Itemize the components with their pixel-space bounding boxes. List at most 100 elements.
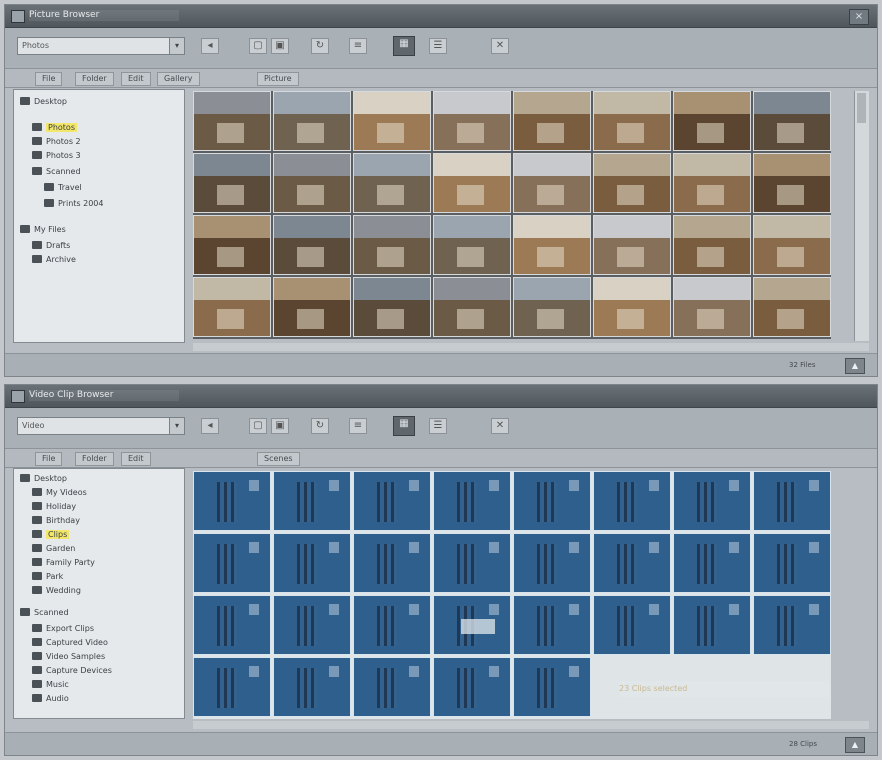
chevron-down-icon[interactable]: ▾ <box>169 38 184 54</box>
video-clip-thumbnail[interactable] <box>673 533 751 593</box>
photo-thumbnail[interactable] <box>433 215 511 275</box>
photo-thumbnail[interactable] <box>193 91 271 151</box>
view-details-icon[interactable]: ≡ <box>349 38 367 54</box>
photo-thumbnail[interactable] <box>753 91 831 151</box>
tab-picture[interactable]: Picture <box>257 72 299 86</box>
video-clip-thumbnail[interactable] <box>513 595 591 655</box>
status-button[interactable]: ▲ <box>845 358 865 374</box>
tree-item-captured-video[interactable]: Captured Video <box>32 637 108 649</box>
video-clip-thumbnail[interactable] <box>353 595 431 655</box>
photo-thumbnail[interactable] <box>513 91 591 151</box>
location-combo[interactable]: Photos ▾ <box>17 37 185 55</box>
tree-item-photos-3[interactable]: Photos 3 <box>32 150 81 162</box>
photo-thumbnail[interactable] <box>593 215 671 275</box>
view-list-icon[interactable]: ☰ <box>429 38 447 54</box>
status-button[interactable]: ▲ <box>845 737 865 753</box>
tree-item-prints[interactable]: Prints 2004 <box>44 198 103 210</box>
tab-edit[interactable]: Edit <box>121 72 151 86</box>
tree-item-travel[interactable]: Travel <box>44 182 82 194</box>
photo-thumbnail[interactable] <box>353 91 431 151</box>
photo-thumbnail[interactable] <box>193 277 271 337</box>
photo-thumbnail[interactable] <box>353 277 431 337</box>
view-details-icon[interactable]: ≡ <box>349 418 367 434</box>
photo-thumbnail[interactable] <box>353 153 431 213</box>
tree-item-my-files[interactable]: My Files <box>20 224 66 236</box>
rotate-icon[interactable]: ↻ <box>311 38 329 54</box>
photo-thumbnail[interactable] <box>673 153 751 213</box>
photo-thumbnail[interactable] <box>513 277 591 337</box>
photo-thumbnail[interactable] <box>673 91 751 151</box>
view-list-icon[interactable]: ☰ <box>429 418 447 434</box>
video-clip-thumbnail[interactable] <box>753 595 831 655</box>
video-clip-thumbnail[interactable] <box>593 533 671 593</box>
photo-thumbnail[interactable] <box>593 153 671 213</box>
tree-item-photos[interactable]: Photos <box>32 122 77 134</box>
photo-thumbnail[interactable] <box>513 215 591 275</box>
video-clip-thumbnail[interactable] <box>353 533 431 593</box>
vertical-scrollbar[interactable] <box>854 91 869 341</box>
tab-edit[interactable]: Edit <box>121 452 151 466</box>
photo-thumbnail[interactable] <box>513 153 591 213</box>
paste-icon[interactable]: ▣ <box>271 418 289 434</box>
delete-icon[interactable]: ✕ <box>491 418 509 434</box>
video-clip-thumbnail[interactable] <box>353 657 431 717</box>
photo-thumbnail[interactable] <box>193 153 271 213</box>
view-thumbnails-icon[interactable]: ▦ <box>393 36 415 56</box>
tree-item-drafts[interactable]: Drafts <box>32 240 70 252</box>
rotate-icon[interactable]: ↻ <box>311 418 329 434</box>
tab-scenes[interactable]: Scenes <box>257 452 300 466</box>
photo-thumbnail[interactable] <box>273 215 351 275</box>
tree-item-wedding[interactable]: Wedding <box>32 585 81 597</box>
video-clip-thumbnail[interactable] <box>433 595 511 655</box>
location-combo[interactable]: Video ▾ <box>17 417 185 435</box>
tab-file[interactable]: File <box>35 452 63 466</box>
tab-folder[interactable]: Folder <box>75 452 114 466</box>
video-clip-thumbnail[interactable] <box>273 533 351 593</box>
video-clip-thumbnail[interactable] <box>513 471 591 531</box>
tree-item-audio[interactable]: Audio <box>32 693 69 705</box>
photo-thumbnail[interactable] <box>433 153 511 213</box>
video-clip-thumbnail[interactable] <box>433 471 511 531</box>
video-clip-thumbnail[interactable] <box>753 533 831 593</box>
video-clip-thumbnail[interactable] <box>273 657 351 717</box>
chevron-down-icon[interactable]: ▾ <box>169 418 184 434</box>
tree-item-scanned[interactable]: Scanned <box>20 607 69 619</box>
title-bar[interactable]: Picture Browser × <box>5 5 877 28</box>
photo-thumbnail[interactable] <box>273 277 351 337</box>
video-clip-thumbnail[interactable] <box>193 595 271 655</box>
tree-item-holiday[interactable]: Holiday <box>32 501 76 513</box>
tree-item-archive[interactable]: Archive <box>32 254 76 266</box>
video-clip-thumbnail[interactable] <box>193 657 271 717</box>
tree-item-family-party[interactable]: Family Party <box>32 557 95 569</box>
photo-thumbnail[interactable] <box>193 215 271 275</box>
horizontal-scrollbar[interactable] <box>193 343 869 351</box>
title-bar[interactable]: Video Clip Browser <box>5 385 877 408</box>
video-clip-thumbnail[interactable] <box>673 595 751 655</box>
tree-item-capture-devices[interactable]: Capture Devices <box>32 665 112 677</box>
photo-thumbnail[interactable] <box>273 91 351 151</box>
video-clip-thumbnail[interactable] <box>193 471 271 531</box>
copy-icon[interactable]: ▢ <box>249 418 267 434</box>
tab-file[interactable]: File <box>35 72 63 86</box>
tree-item-clips[interactable]: Clips <box>32 529 70 541</box>
paste-icon[interactable]: ▣ <box>271 38 289 54</box>
photo-thumbnail[interactable] <box>593 277 671 337</box>
video-clip-thumbnail[interactable] <box>593 471 671 531</box>
view-thumbnails-icon[interactable]: ▦ <box>393 416 415 436</box>
tree-item-video-samples[interactable]: Video Samples <box>32 651 105 663</box>
video-clip-thumbnail[interactable] <box>433 657 511 717</box>
video-clip-thumbnail[interactable] <box>273 471 351 531</box>
photo-thumbnail[interactable] <box>433 91 511 151</box>
video-clip-thumbnail[interactable] <box>273 595 351 655</box>
photo-thumbnail[interactable] <box>673 215 751 275</box>
tree-item-music[interactable]: Music <box>32 679 69 691</box>
video-clip-thumbnail[interactable] <box>193 533 271 593</box>
tree-item-garden[interactable]: Garden <box>32 543 75 555</box>
tree-item-desktop[interactable]: Desktop <box>20 473 67 485</box>
video-clip-thumbnail[interactable] <box>433 533 511 593</box>
video-clip-thumbnail[interactable] <box>593 595 671 655</box>
video-clip-thumbnail[interactable] <box>513 533 591 593</box>
back-icon[interactable]: ◂ <box>201 418 219 434</box>
scrollbar-thumb[interactable] <box>857 93 866 123</box>
tree-item-desktop[interactable]: Desktop <box>20 96 67 108</box>
